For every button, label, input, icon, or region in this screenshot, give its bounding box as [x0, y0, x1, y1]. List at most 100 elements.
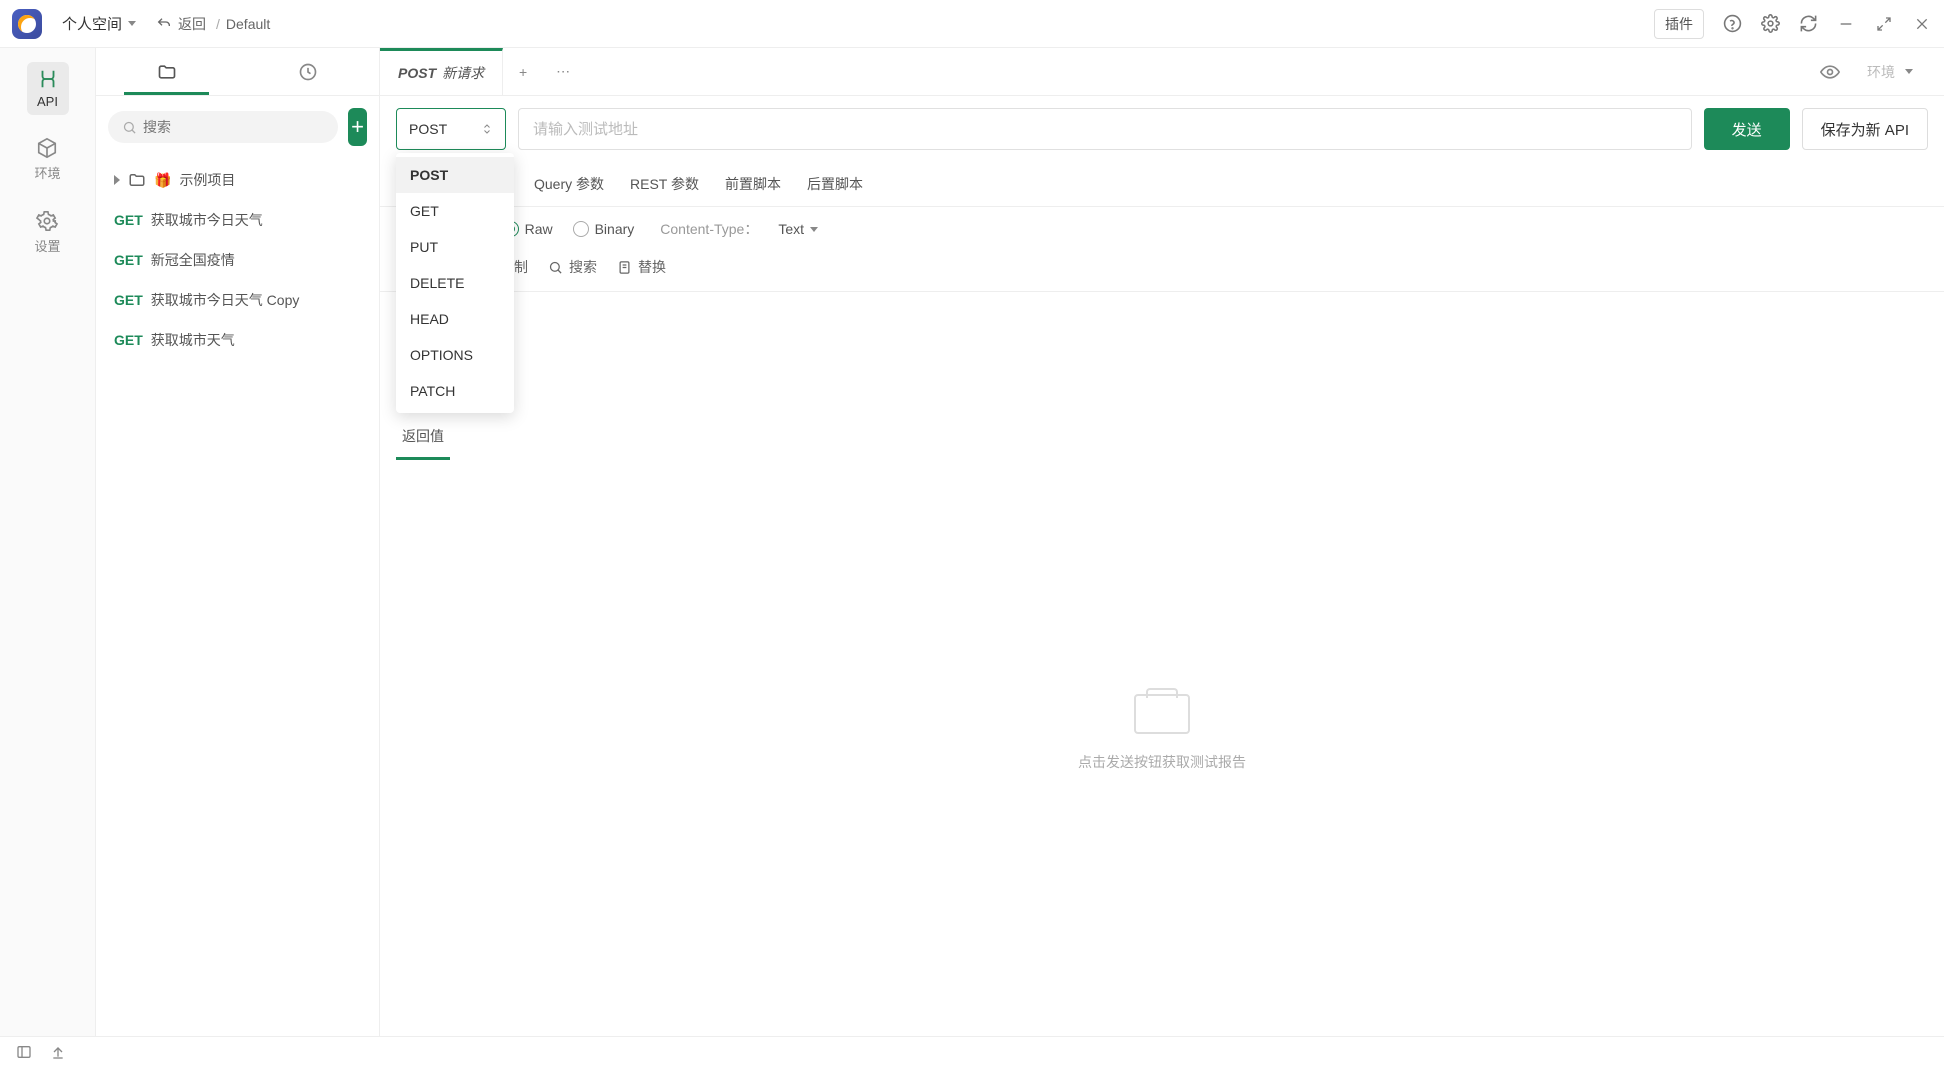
add-tab-button[interactable]: + — [503, 48, 543, 95]
url-row: POST POST GET PUT DELETE HEAD OPTIONS PA… — [380, 96, 1944, 162]
help-icon[interactable] — [1722, 14, 1742, 34]
back-label: 返回 — [178, 14, 206, 34]
editor-area[interactable] — [380, 292, 1944, 412]
param-tab-query[interactable]: Query 参数 — [532, 162, 606, 206]
method-value: POST — [409, 121, 447, 137]
item-label: 获取城市今日天气 Copy — [151, 290, 300, 310]
rail-item-settings[interactable]: 设置 — [24, 204, 70, 261]
titlebar: 个人空间 返回 /Default 插件 — [0, 0, 1944, 48]
tab-title: 新请求 — [442, 63, 484, 83]
statusbar — [0, 1036, 1944, 1066]
upload-icon[interactable] — [48, 1042, 68, 1062]
env-placeholder: 环境 — [1867, 62, 1895, 82]
chevron-down-icon — [810, 227, 818, 232]
sidebar: + 🎁 示例项目 GET 获取城市今日天气 GET 新冠全国疫情 GET 获取城… — [96, 48, 380, 1036]
rail-label: 环境 — [34, 163, 60, 182]
nav-rail: API 环境 设置 — [0, 48, 96, 1036]
chevron-down-icon — [1905, 69, 1913, 74]
method-badge: GET — [114, 292, 143, 308]
panel-toggle-icon[interactable] — [14, 1042, 34, 1062]
workspace-label: 个人空间 — [62, 13, 122, 34]
tabs-row: POST 新请求 + ⋯ 环境 — [380, 48, 1944, 96]
param-tab-rest[interactable]: REST 参数 — [628, 162, 701, 206]
search-icon — [122, 120, 137, 135]
content-type-select[interactable]: Text — [778, 221, 818, 237]
empty-text: 点击发送按钮获取测试报告 — [1078, 752, 1246, 772]
search-input[interactable] — [143, 119, 324, 135]
chevron-down-icon — [128, 21, 136, 26]
sidebar-tab-folder[interactable] — [96, 48, 238, 95]
url-input[interactable] — [518, 108, 1692, 150]
method-option[interactable]: GET — [396, 193, 514, 229]
method-badge: GET — [114, 332, 143, 348]
api-tree: 🎁 示例项目 GET 获取城市今日天气 GET 新冠全国疫情 GET 获取城市今… — [96, 158, 379, 362]
body-radio-binary[interactable]: Binary — [573, 221, 635, 237]
method-option[interactable]: POST — [396, 157, 514, 193]
search-button[interactable]: 搜索 — [548, 257, 597, 277]
rail-item-env[interactable]: 环境 — [24, 131, 70, 188]
gear-icon — [36, 210, 58, 232]
method-badge: GET — [114, 252, 143, 268]
tab-method: POST — [398, 65, 436, 81]
tree-item[interactable]: GET 获取城市今日天气 Copy — [104, 282, 371, 318]
param-tabs: 请求头 请求体 Query 参数 REST 参数 前置脚本 后置脚本 — [380, 162, 1944, 207]
workspace-selector[interactable]: 个人空间 — [62, 13, 136, 34]
history-icon — [298, 62, 318, 82]
eye-icon[interactable] — [1820, 62, 1840, 82]
chevron-right-icon — [114, 175, 120, 185]
method-option[interactable]: PATCH — [396, 373, 514, 409]
method-option[interactable]: PUT — [396, 229, 514, 265]
inbox-icon — [1134, 694, 1190, 734]
folder-icon — [128, 171, 146, 189]
cube-icon — [36, 137, 58, 159]
send-button[interactable]: 发送 — [1704, 108, 1790, 150]
folder-icon — [157, 62, 177, 82]
rail-label: 设置 — [34, 236, 60, 255]
env-selector[interactable]: 环境 — [1856, 55, 1924, 89]
maximize-icon[interactable] — [1874, 14, 1894, 34]
rail-item-api[interactable]: API — [27, 62, 69, 115]
undo-icon — [156, 16, 172, 32]
save-as-button[interactable]: 保存为新 API — [1802, 108, 1928, 150]
response-tab[interactable]: 返回值 — [396, 412, 450, 460]
folder-label: 示例项目 — [179, 170, 235, 190]
chevron-up-down-icon — [481, 123, 493, 135]
method-option[interactable]: HEAD — [396, 301, 514, 337]
search-input-wrapper[interactable] — [108, 111, 338, 143]
refresh-icon[interactable] — [1798, 14, 1818, 34]
tree-item[interactable]: GET 获取城市今日天气 — [104, 202, 371, 238]
minimize-icon[interactable] — [1836, 14, 1856, 34]
item-label: 获取城市天气 — [151, 330, 235, 350]
method-option[interactable]: DELETE — [396, 265, 514, 301]
request-tab[interactable]: POST 新请求 — [380, 48, 503, 95]
breadcrumb: /Default — [216, 16, 270, 32]
tree-item[interactable]: GET 获取城市天气 — [104, 322, 371, 358]
content-type-label: Content-Type： — [660, 219, 758, 239]
item-label: 新冠全国疫情 — [151, 250, 235, 270]
content: POST 新请求 + ⋯ 环境 POST POST G — [380, 48, 1944, 1036]
radio-icon — [573, 221, 589, 237]
plugin-button[interactable]: 插件 — [1654, 9, 1704, 39]
param-tab-prescript[interactable]: 前置脚本 — [723, 162, 783, 206]
param-tab-postscript[interactable]: 后置脚本 — [805, 162, 865, 206]
settings-icon[interactable] — [1760, 14, 1780, 34]
body-type-row: Form-data Raw Binary Content-Type： Text — [380, 207, 1944, 251]
editor-toolbar: 格式化 复制 搜索 替换 — [380, 251, 1944, 292]
response-empty: 点击发送按钮获取测试报告 — [380, 460, 1944, 1036]
api-icon — [37, 68, 59, 90]
sidebar-tab-history[interactable] — [238, 48, 380, 95]
replace-button[interactable]: 替换 — [617, 257, 666, 277]
back-button[interactable]: 返回 — [156, 14, 206, 34]
breadcrumb-current: Default — [226, 16, 270, 32]
rail-label: API — [37, 94, 58, 109]
close-icon[interactable] — [1912, 14, 1932, 34]
add-button[interactable]: + — [348, 108, 367, 146]
tree-item[interactable]: GET 新冠全国疫情 — [104, 242, 371, 278]
method-select[interactable]: POST POST GET PUT DELETE HEAD OPTIONS PA… — [396, 108, 506, 150]
method-option[interactable]: OPTIONS — [396, 337, 514, 373]
tree-folder[interactable]: 🎁 示例项目 — [104, 162, 371, 198]
method-dropdown: POST GET PUT DELETE HEAD OPTIONS PATCH — [396, 153, 514, 413]
tab-more-button[interactable]: ⋯ — [543, 48, 583, 95]
replace-icon — [617, 260, 632, 275]
gift-icon: 🎁 — [154, 172, 171, 189]
